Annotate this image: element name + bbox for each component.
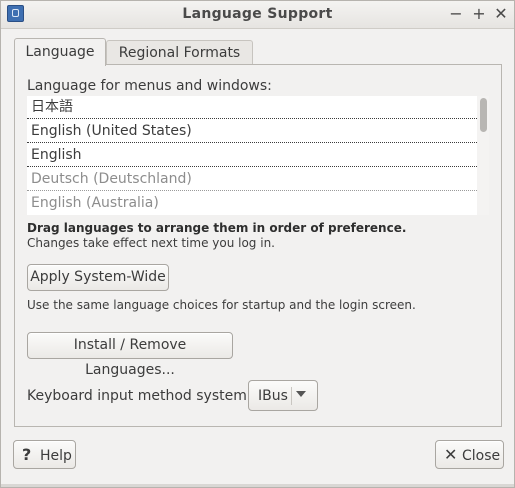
combo-separator xyxy=(291,387,292,405)
window-bottom-edge xyxy=(1,484,514,487)
help-button[interactable]: ? Help xyxy=(13,440,76,469)
keyboard-input-label: Keyboard input method system: xyxy=(27,388,252,404)
list-item[interactable]: Deutsch (Deutschland) xyxy=(27,168,477,191)
help-label: Help xyxy=(40,448,72,464)
title-bar[interactable]: Language Support − + ✕ xyxy=(1,1,514,29)
list-item[interactable]: English xyxy=(27,144,477,167)
language-support-window: Language Support − + ✕ Language Regional… xyxy=(0,0,515,488)
minimize-icon[interactable]: − xyxy=(447,4,465,24)
question-icon: ? xyxy=(22,445,32,464)
language-list[interactable]: 日本語 English (United States) English Deut… xyxy=(27,96,489,215)
keyboard-input-value: IBus xyxy=(258,388,288,404)
close-button[interactable]: ✕ Close xyxy=(435,440,504,469)
list-scrollbar-thumb[interactable] xyxy=(480,98,487,132)
close-window-icon[interactable]: ✕ xyxy=(492,4,510,24)
effect-hint: Changes take effect next time you log in… xyxy=(27,236,275,250)
chevron-down-icon xyxy=(296,391,306,397)
startup-hint: Use the same language choices for startu… xyxy=(27,298,416,312)
list-item[interactable]: 日本語 xyxy=(27,96,477,119)
keyboard-input-select[interactable]: IBus xyxy=(248,380,318,411)
list-item[interactable]: English (Australia) xyxy=(27,192,477,215)
maximize-icon[interactable]: + xyxy=(470,4,488,24)
close-x-icon: ✕ xyxy=(444,445,458,464)
list-item[interactable]: English (United States) xyxy=(27,120,477,143)
language-list-label: Language for menus and windows: xyxy=(27,78,272,94)
install-remove-languages-button[interactable]: Install / Remove Languages... xyxy=(27,332,233,378)
drag-hint: Drag languages to arrange them in order … xyxy=(27,221,407,235)
tab-language[interactable]: Language xyxy=(14,38,106,66)
apply-system-wide-button[interactable]: Apply System-Wide xyxy=(27,264,169,291)
close-label: Close xyxy=(462,448,501,464)
window-title: Language Support xyxy=(182,6,333,22)
tab-regional-formats[interactable]: Regional Formats xyxy=(106,40,253,64)
